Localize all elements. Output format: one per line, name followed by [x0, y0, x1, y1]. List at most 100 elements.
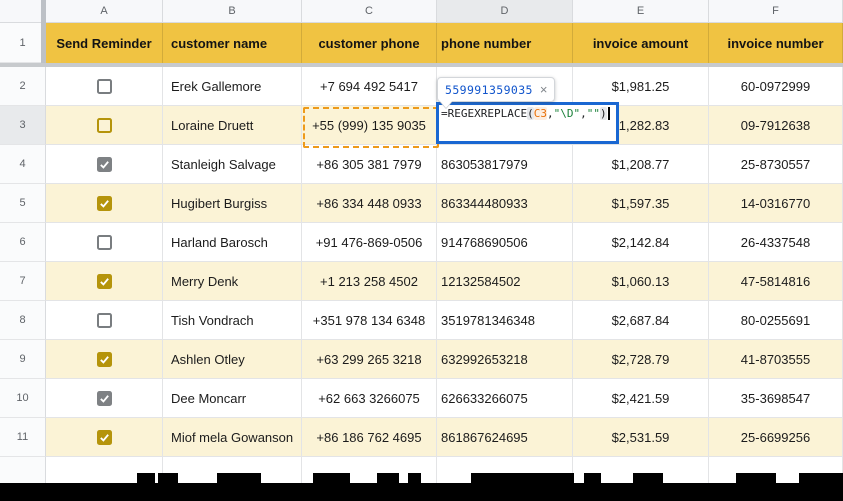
- cell-invoice-number[interactable]: 25-8730557: [709, 145, 843, 184]
- cell-send-reminder[interactable]: [46, 67, 163, 106]
- cell-invoice-amount[interactable]: $1,060.13: [573, 262, 709, 301]
- header-invoice-amount[interactable]: invoice amount: [573, 23, 709, 63]
- select-all-corner[interactable]: [0, 0, 46, 23]
- cell-phone-number[interactable]: 632992653218: [437, 340, 573, 379]
- column-header-d[interactable]: D: [437, 0, 573, 23]
- cell-phone-number[interactable]: 3519781346348: [437, 301, 573, 340]
- cell-invoice-number[interactable]: 09-7912638: [709, 106, 843, 145]
- redaction-bar: [217, 473, 261, 485]
- header-customer-name[interactable]: customer name: [163, 23, 302, 63]
- frozen-corner-divider[interactable]: [41, 0, 46, 63]
- cell-invoice-number[interactable]: 14-0316770: [709, 184, 843, 223]
- checkbox-unchecked[interactable]: [96, 234, 112, 250]
- column-header-c[interactable]: C: [302, 0, 437, 23]
- cell-customer-phone[interactable]: +86 305 381 7979: [302, 145, 437, 184]
- cell-phone-number[interactable]: 626633266075: [437, 379, 573, 418]
- column-header-e[interactable]: E: [573, 0, 709, 23]
- cell-send-reminder[interactable]: [46, 418, 163, 457]
- cell-send-reminder[interactable]: [46, 106, 163, 145]
- cell-invoice-number[interactable]: 26-4337548: [709, 223, 843, 262]
- cell-customer-name[interactable]: Hugibert Burgiss: [163, 184, 302, 223]
- cell-customer-phone[interactable]: +63 299 265 3218: [302, 340, 437, 379]
- cell-send-reminder[interactable]: [46, 223, 163, 262]
- cell-invoice-number[interactable]: 35-3698547: [709, 379, 843, 418]
- cell-invoice-number[interactable]: 41-8703555: [709, 340, 843, 379]
- cell-invoice-number[interactable]: 47-5814816: [709, 262, 843, 301]
- cell-customer-phone[interactable]: +86 186 762 4695: [302, 418, 437, 457]
- formula-editor[interactable]: =REGEXREPLACE(C3,"\D",""): [436, 102, 619, 144]
- redaction-bar: [736, 473, 776, 485]
- header-customer-phone[interactable]: customer phone: [302, 23, 437, 63]
- cell-customer-name[interactable]: Loraine Druett: [163, 106, 302, 145]
- cell-send-reminder[interactable]: [46, 379, 163, 418]
- column-header-f[interactable]: F: [709, 0, 843, 23]
- header-invoice-number[interactable]: invoice number: [709, 23, 843, 63]
- checkbox-checked[interactable]: [96, 429, 112, 445]
- cell-customer-phone[interactable]: +86 334 448 0933: [302, 184, 437, 223]
- cell-invoice-amount[interactable]: $1,981.25: [573, 67, 709, 106]
- cell-customer-phone[interactable]: +351 978 134 6348: [302, 301, 437, 340]
- row-header-9[interactable]: 9: [0, 340, 46, 379]
- header-phone-number[interactable]: phone number: [437, 23, 573, 63]
- row-header-6[interactable]: 6: [0, 223, 46, 262]
- formula-token: C3: [533, 107, 547, 120]
- checkbox-unchecked[interactable]: [96, 312, 112, 328]
- checkbox-unchecked[interactable]: [96, 78, 112, 94]
- cell-invoice-amount[interactable]: $2,531.59: [573, 418, 709, 457]
- row-header-2[interactable]: 2: [0, 67, 46, 106]
- cell-send-reminder[interactable]: [46, 301, 163, 340]
- cell-invoice-number[interactable]: 60-0972999: [709, 67, 843, 106]
- column-header-b[interactable]: B: [163, 0, 302, 23]
- row-header-7[interactable]: 7: [0, 262, 46, 301]
- row-header-8[interactable]: 8: [0, 301, 46, 340]
- check-icon: [99, 277, 109, 286]
- cell-customer-name[interactable]: Miof mela Gowanson: [163, 418, 302, 457]
- cell-customer-name[interactable]: Harland Barosch: [163, 223, 302, 262]
- cell-phone-number[interactable]: 861867624695: [437, 418, 573, 457]
- cell-send-reminder[interactable]: [46, 184, 163, 223]
- redaction-bar: [408, 473, 421, 485]
- table-row-5: Hugibert Burgiss +86 334 448 0933 86334448…: [46, 184, 843, 223]
- checkbox-checked[interactable]: [96, 156, 112, 172]
- row-header-3[interactable]: 3: [0, 106, 46, 145]
- header-send-reminder[interactable]: Send Reminder: [46, 23, 163, 63]
- cell-phone-number[interactable]: 914768690506: [437, 223, 573, 262]
- cell-customer-phone[interactable]: +62 663 3266075: [302, 379, 437, 418]
- cell-invoice-number[interactable]: 25-6699256: [709, 418, 843, 457]
- cell-customer-phone[interactable]: +1 213 258 4502: [302, 262, 437, 301]
- row-header-11[interactable]: 11: [0, 418, 46, 457]
- row-header-10[interactable]: 10: [0, 379, 46, 418]
- cell-customer-name[interactable]: Tish Vondrach: [163, 301, 302, 340]
- row-header-5[interactable]: 5: [0, 184, 46, 223]
- cell-customer-name[interactable]: Dee Moncarr: [163, 379, 302, 418]
- column-header-a[interactable]: A: [46, 0, 163, 23]
- cell-customer-name[interactable]: Stanleigh Salvage: [163, 145, 302, 184]
- cell-customer-phone[interactable]: +7 694 492 5417: [302, 67, 437, 106]
- close-icon[interactable]: ×: [540, 83, 548, 96]
- cell-send-reminder[interactable]: [46, 262, 163, 301]
- cell-invoice-amount[interactable]: $1,597.35: [573, 184, 709, 223]
- row-header-1[interactable]: 1: [0, 23, 46, 63]
- frozen-row-divider[interactable]: [0, 63, 843, 67]
- cell-customer-name[interactable]: Ashlen Otley: [163, 340, 302, 379]
- cell-phone-number[interactable]: 863344480933: [437, 184, 573, 223]
- cell-customer-name[interactable]: Merry Denk: [163, 262, 302, 301]
- checkbox-checked[interactable]: [96, 351, 112, 367]
- cell-send-reminder[interactable]: [46, 145, 163, 184]
- cell-phone-number[interactable]: 12132584502: [437, 262, 573, 301]
- cell-invoice-amount[interactable]: $2,728.79: [573, 340, 709, 379]
- checkbox-checked[interactable]: [96, 195, 112, 211]
- checkbox-unchecked[interactable]: [96, 117, 112, 133]
- cell-phone-number[interactable]: 863053817979: [437, 145, 573, 184]
- cell-customer-phone[interactable]: +91 476-869-0506: [302, 223, 437, 262]
- cell-invoice-amount[interactable]: $1,208.77: [573, 145, 709, 184]
- cell-invoice-amount[interactable]: $2,421.59: [573, 379, 709, 418]
- cell-customer-name[interactable]: Erek Gallemore: [163, 67, 302, 106]
- cell-send-reminder[interactable]: [46, 340, 163, 379]
- cell-invoice-number[interactable]: 80-0255691: [709, 301, 843, 340]
- checkbox-checked[interactable]: [96, 390, 112, 406]
- cell-invoice-amount[interactable]: $2,142.84: [573, 223, 709, 262]
- cell-invoice-amount[interactable]: $2,687.84: [573, 301, 709, 340]
- row-header-4[interactable]: 4: [0, 145, 46, 184]
- checkbox-checked[interactable]: [96, 273, 112, 289]
